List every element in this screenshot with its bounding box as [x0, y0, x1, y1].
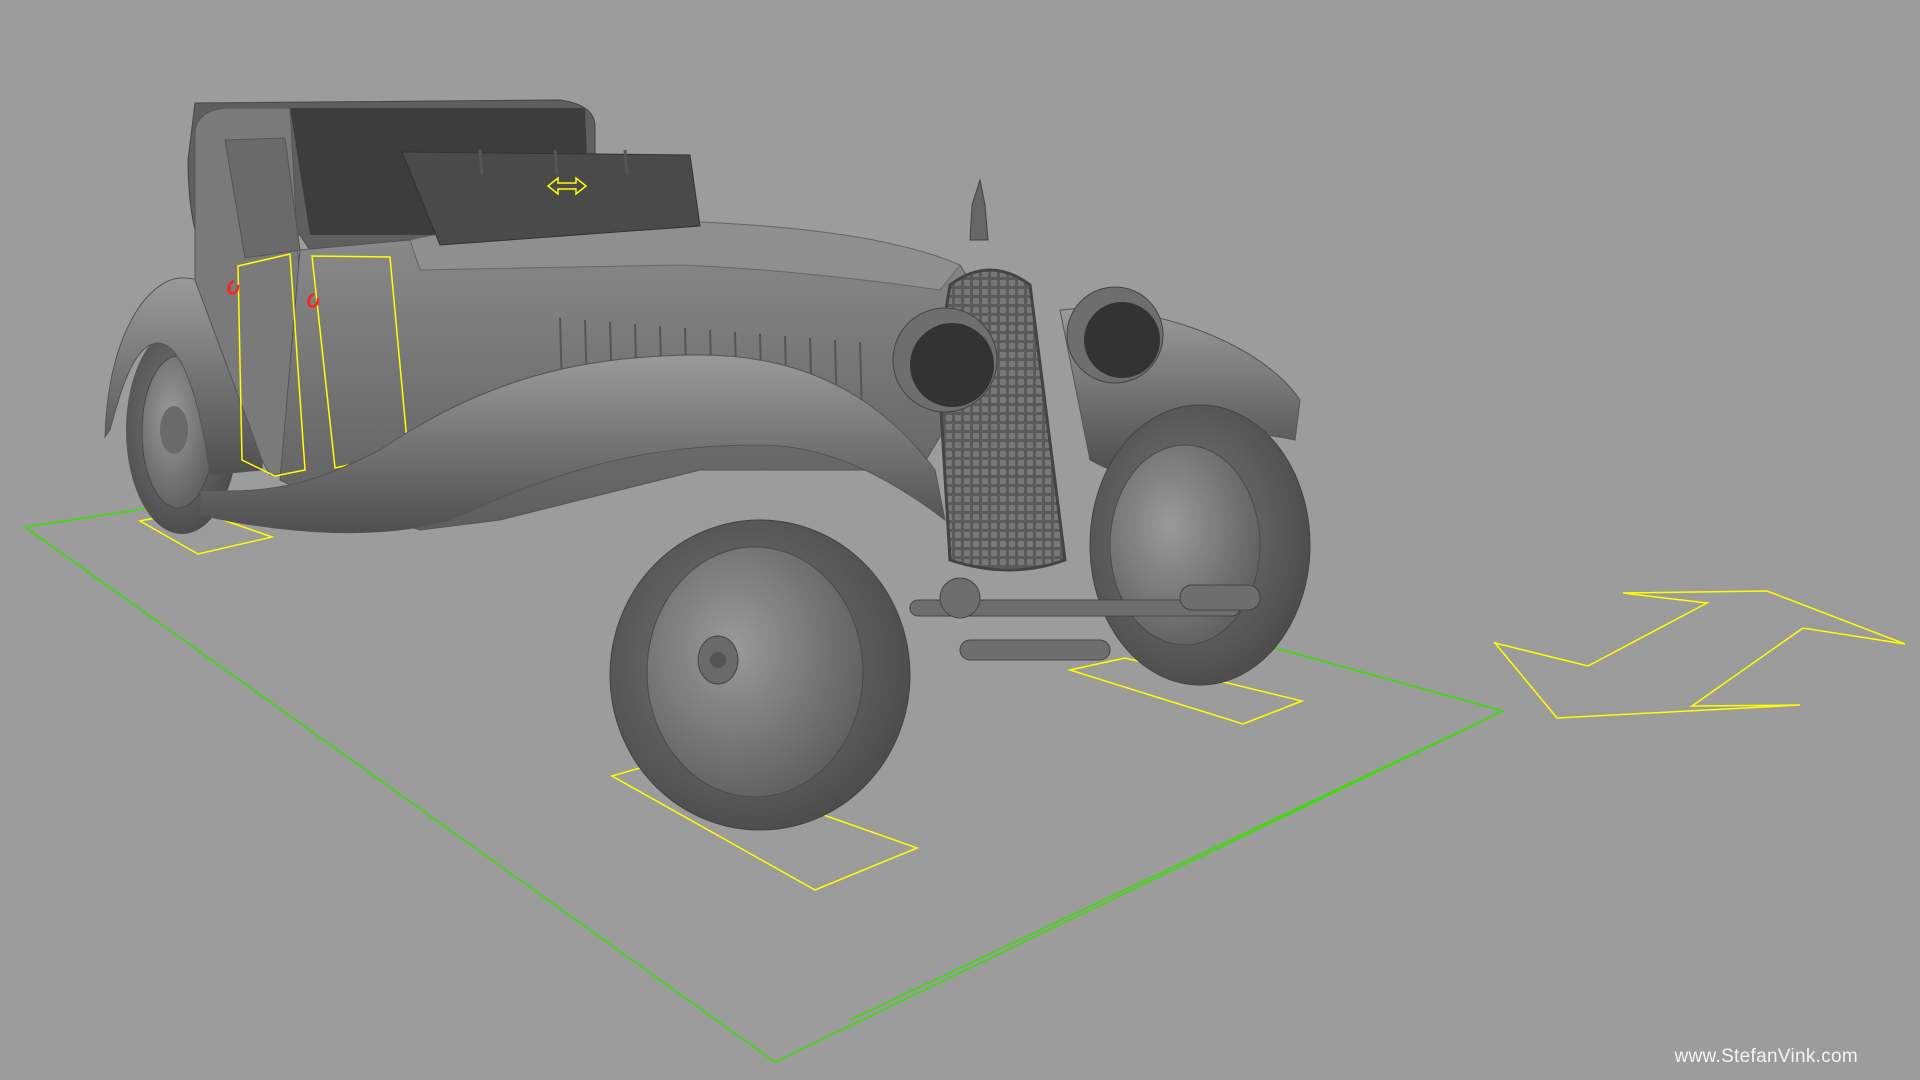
front-left-wheel[interactable]	[609, 519, 911, 831]
move-arrows-icon[interactable]	[1492, 590, 1906, 719]
front-right-wheel[interactable]	[1089, 404, 1311, 686]
car-model[interactable]	[104, 99, 1311, 831]
viewport-canvas[interactable]	[0, 0, 1920, 1080]
headlamp-left[interactable]	[892, 307, 998, 413]
hood-ornament	[969, 178, 989, 241]
watermark: www.StefanVink.com	[1674, 1046, 1858, 1067]
3d-viewport[interactable]	[0, 0, 1920, 1080]
headlamp-right[interactable]	[1066, 286, 1164, 384]
